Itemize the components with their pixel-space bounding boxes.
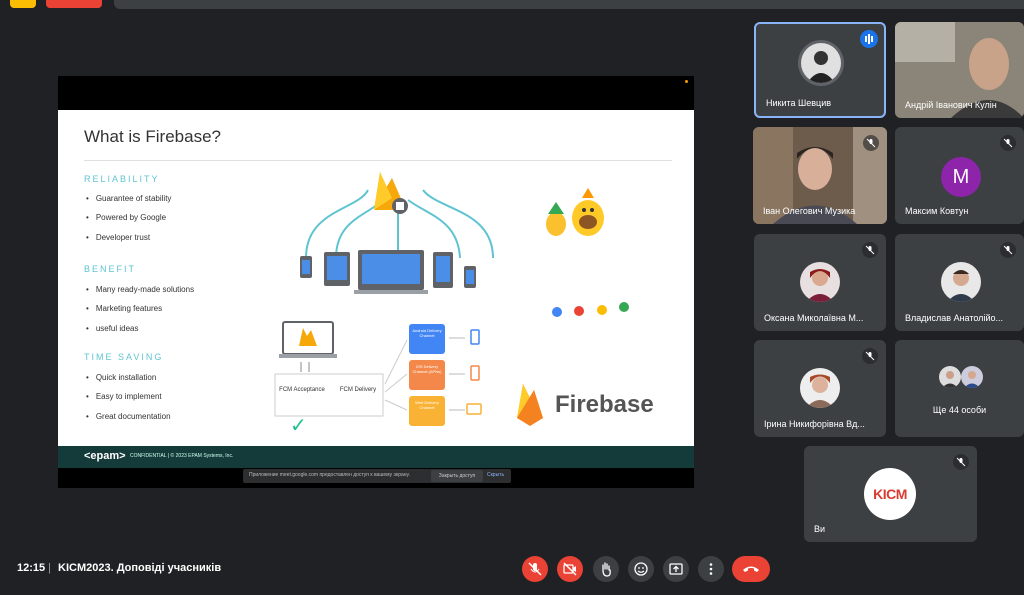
hang-up-icon — [743, 566, 759, 572]
muted-icon — [1000, 135, 1016, 151]
bullet-item: Many ready-made solutions — [86, 285, 194, 294]
present-screen-button[interactable] — [663, 556, 689, 582]
leave-call-button[interactable] — [732, 556, 770, 582]
participant-tile[interactable]: Андрій Іванович Кулін — [895, 22, 1024, 118]
participant-name: Ірина Никифорівна Вд... — [764, 419, 865, 429]
participant-tile[interactable]: Іван Олегович Музика — [753, 127, 887, 224]
top-red-chip[interactable] — [46, 0, 102, 8]
firebase-wordmark: Firebase — [555, 391, 654, 418]
meeting-time: 12:15 — [17, 562, 46, 574]
hide-share-bar-link[interactable]: Скрыть — [487, 472, 504, 478]
title-divider — [84, 160, 672, 161]
bullet-item: Easy to implement — [86, 392, 162, 401]
muted-icon — [1000, 242, 1016, 258]
avatar — [961, 366, 983, 388]
raise-hand-icon — [602, 562, 611, 577]
google-dot-yellow — [597, 305, 607, 315]
participant-name: Андрій Іванович Кулін — [905, 100, 997, 110]
web-channel-label: Web Delivery Channel — [415, 400, 439, 410]
firebase-mascot-illustration — [546, 188, 604, 236]
avatar — [800, 368, 840, 408]
google-dot-green — [619, 302, 629, 312]
participant-name: Максим Ковтун — [905, 206, 969, 216]
participant-name: Ви — [814, 524, 826, 534]
fcm-diagram — [274, 321, 482, 426]
participant-name: Іван Олегович Музика — [763, 206, 856, 216]
checkmark-icon: ✓ — [290, 415, 307, 437]
firebase-logo-icon — [517, 384, 543, 426]
fcm-delivery-label: FCM Delivery — [339, 387, 377, 393]
avatar: M — [941, 157, 981, 197]
muted-icon — [862, 242, 878, 258]
avatar — [941, 262, 981, 302]
section-heading: BENEFIT — [84, 264, 137, 274]
meeting-title: KICM2023. Доповіді учасників — [58, 562, 222, 574]
present-icon — [669, 563, 683, 575]
recording-dot — [685, 80, 688, 83]
google-dot-red — [574, 306, 584, 316]
speaking-indicator-icon — [860, 30, 878, 48]
bullet-item: Marketing features — [86, 304, 162, 313]
more-icon — [709, 563, 713, 575]
participant-tile[interactable]: M Максим Ковтун — [895, 127, 1024, 224]
emoji-reaction-button[interactable] — [628, 556, 654, 582]
ios-channel-label: iOS Delivery Channel (APNs) — [412, 364, 442, 374]
top-yellow-chip[interactable] — [10, 0, 36, 8]
time-separator: | — [48, 562, 51, 574]
self-tile[interactable]: KICM Ви — [804, 446, 977, 542]
slide: What is Firebase? RELIABILITY Guarantee … — [58, 110, 694, 468]
screen-share-bar: Приложение meet.google.com предоставлен … — [243, 469, 511, 483]
bullet-item: Powered by Google — [86, 213, 166, 222]
emoji-icon — [634, 562, 648, 576]
more-participants-tile[interactable]: Ще 44 особи — [895, 340, 1024, 437]
participant-tile[interactable]: Оксана Миколаївна М... — [754, 234, 886, 331]
muted-icon — [953, 454, 969, 470]
kicm-logo: KICM — [864, 468, 916, 520]
participant-tile[interactable]: Ірина Никифорівна Вд... — [754, 340, 886, 437]
bullet-item: useful ideas — [86, 324, 139, 333]
slide-title: What is Firebase? — [84, 127, 221, 146]
top-banner — [114, 0, 1024, 9]
avatar — [801, 43, 841, 83]
muted-icon — [862, 348, 878, 364]
participant-name: Оксана Миколаївна М... — [764, 313, 864, 323]
top-strip — [0, 0, 1024, 12]
avatar — [939, 366, 961, 388]
presentation-area: What is Firebase? RELIABILITY Guarantee … — [58, 76, 694, 488]
bullet-item: Great documentation — [86, 412, 171, 421]
avatar-ring — [798, 40, 844, 86]
slide-footer: <epam> CONFIDENTIAL | © 2023 EPAM System… — [58, 446, 694, 468]
participant-name: Никита Шевцив — [766, 98, 832, 108]
mic-toggle-button[interactable] — [522, 556, 548, 582]
share-notice: Приложение meet.google.com предоставлен … — [249, 472, 410, 478]
google-dot-blue — [552, 307, 562, 317]
more-options-button[interactable] — [698, 556, 724, 582]
participant-tile[interactable]: Никита Шевцив — [754, 22, 886, 118]
android-channel-label: Android Delivery Channel — [412, 328, 442, 338]
participant-tile[interactable]: Владислав Анатолійо... — [895, 234, 1024, 331]
more-participants-label: Ще 44 особи — [932, 405, 987, 415]
fcm-acceptance-label: FCM Acceptance — [279, 387, 325, 393]
bullet-item: Guarantee of stability — [86, 194, 172, 203]
camera-off-icon — [563, 562, 577, 576]
epam-logo: <epam> — [84, 450, 126, 462]
muted-icon — [863, 135, 879, 151]
bullet-item: Quick installation — [86, 373, 156, 382]
participant-name: Владислав Анатолійо... — [905, 313, 1003, 323]
stop-sharing-button[interactable]: Закрыть доступ — [431, 470, 483, 482]
avatar — [800, 262, 840, 302]
section-heading: TIME SAVING — [84, 352, 164, 362]
section-heading: RELIABILITY — [84, 174, 160, 184]
camera-toggle-button[interactable] — [557, 556, 583, 582]
mic-off-icon — [528, 562, 542, 576]
devices-illustration — [300, 172, 494, 294]
raise-hand-button[interactable] — [593, 556, 619, 582]
bullet-item: Developer trust — [86, 233, 150, 242]
footer-text: CONFIDENTIAL | © 2023 EPAM Systems, Inc. — [130, 453, 234, 459]
